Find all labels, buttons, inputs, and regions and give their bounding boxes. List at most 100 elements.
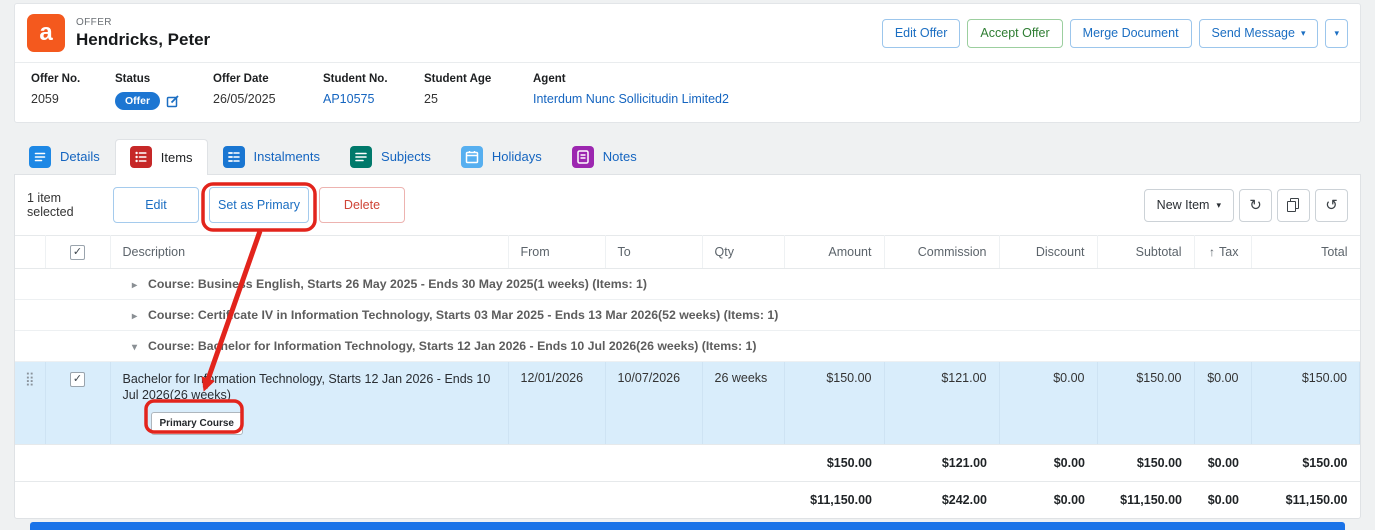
items-tab-icon xyxy=(130,146,152,168)
column-header-commission[interactable]: Commission xyxy=(884,236,999,269)
group-total-discount: $0.00 xyxy=(999,445,1097,482)
column-header-total[interactable]: Total xyxy=(1251,236,1360,269)
column-header-tax[interactable]: ↑Tax xyxy=(1194,236,1251,269)
refresh-button[interactable]: ↻ xyxy=(1239,189,1272,222)
tab-items[interactable]: Items xyxy=(115,139,208,175)
field-student-no: Student No. AP10575 xyxy=(323,73,424,110)
copy-icon xyxy=(1287,198,1300,213)
offer-date-value: 26/05/2025 xyxy=(213,92,323,106)
grand-total-commission: $242.00 xyxy=(884,482,999,519)
tab-holidays-label: Holidays xyxy=(492,149,542,164)
item-total: $150.00 xyxy=(1251,362,1360,445)
item-subtotal: $150.00 xyxy=(1097,362,1194,445)
toolbar-right-group: New Item▾ ↻ ↺ xyxy=(1144,189,1348,222)
select-all-checkbox[interactable]: ✓ xyxy=(70,245,85,260)
group-total-commission: $121.00 xyxy=(884,445,999,482)
tab-subjects[interactable]: Subjects xyxy=(335,138,446,174)
group-total-total: $150.00 xyxy=(1251,445,1360,482)
tab-notes[interactable]: Notes xyxy=(557,138,652,174)
row-checkbox[interactable]: ✓ xyxy=(70,372,85,387)
notes-tab-icon xyxy=(572,146,594,168)
tab-subjects-label: Subjects xyxy=(381,149,431,164)
instalments-tab-icon xyxy=(223,146,245,168)
agent-link[interactable]: Interdum Nunc Sollicitudin Limited2 xyxy=(533,92,729,106)
header-row: a OFFER Hendricks, Peter Edit Offer Acce… xyxy=(15,4,1360,62)
item-tax: $0.00 xyxy=(1194,362,1251,445)
tab-items-label: Items xyxy=(161,150,193,165)
column-header-handle xyxy=(15,236,45,269)
field-status: Status Offer xyxy=(115,73,213,110)
primary-course-badge: Primary Course xyxy=(151,412,243,435)
history-button[interactable]: ↺ xyxy=(1315,189,1348,222)
new-item-button[interactable]: New Item▾ xyxy=(1144,189,1234,222)
column-header-from[interactable]: From xyxy=(508,236,605,269)
send-message-button[interactable]: Send Message▾ xyxy=(1199,19,1319,48)
grand-total-subtotal: $11,150.00 xyxy=(1097,482,1194,519)
subjects-tab-icon xyxy=(350,146,372,168)
field-student-age: Student Age 25 xyxy=(424,73,533,110)
copy-button[interactable] xyxy=(1277,189,1310,222)
offer-date-label: Offer Date xyxy=(213,73,323,85)
student-age-value: 25 xyxy=(424,92,533,106)
column-header-subtotal[interactable]: Subtotal xyxy=(1097,236,1194,269)
items-toolbar: 1 item selected Edit Set as Primary Dele… xyxy=(15,175,1360,235)
tab-details[interactable]: Details xyxy=(14,138,115,174)
field-offer-no: Offer No. 2059 xyxy=(31,73,115,110)
item-commission: $121.00 xyxy=(884,362,999,445)
expand-group-icon[interactable]: ▸ xyxy=(132,280,137,291)
check-icon: ✓ xyxy=(73,246,82,258)
accept-offer-button[interactable]: Accept Offer xyxy=(967,19,1062,48)
history-icon: ↺ xyxy=(1325,196,1338,214)
student-no-label: Student No. xyxy=(323,73,424,85)
app-logo-glyph: a xyxy=(39,19,52,47)
set-as-primary-button[interactable]: Set as Primary xyxy=(209,187,309,223)
item-from: 12/01/2026 xyxy=(508,362,605,445)
student-no-link[interactable]: AP10575 xyxy=(323,92,374,106)
page-title: Hendricks, Peter xyxy=(76,30,210,50)
tab-holidays[interactable]: Holidays xyxy=(446,138,557,174)
header-title-group: a OFFER Hendricks, Peter xyxy=(27,14,210,52)
items-table: ✓ Description From To Qty Amount Commiss… xyxy=(15,235,1360,518)
expand-group-icon[interactable]: ▸ xyxy=(132,311,137,322)
chevron-down-icon: ▾ xyxy=(1216,200,1221,211)
column-header-discount[interactable]: Discount xyxy=(999,236,1097,269)
merge-document-button[interactable]: Merge Document xyxy=(1070,19,1192,48)
column-header-description[interactable]: Description xyxy=(110,236,508,269)
app-logo: a xyxy=(27,14,65,52)
column-header-amount[interactable]: Amount xyxy=(784,236,884,269)
column-header-to[interactable]: To xyxy=(605,236,702,269)
column-header-select: ✓ xyxy=(45,236,110,269)
refresh-icon: ↻ xyxy=(1249,196,1262,214)
offer-no-value: 2059 xyxy=(31,92,115,106)
grand-total-discount: $0.00 xyxy=(999,482,1097,519)
check-icon: ✓ xyxy=(73,373,82,385)
edit-status-icon[interactable] xyxy=(166,94,180,108)
header-titles: OFFER Hendricks, Peter xyxy=(76,17,210,50)
item-description: Bachelor for Information Technology, Sta… xyxy=(123,371,496,403)
status-badge: Offer xyxy=(115,92,160,110)
group-row-text: Course: Business English, Starts 26 May … xyxy=(148,277,647,291)
edit-offer-button[interactable]: Edit Offer xyxy=(882,19,961,48)
chevron-down-icon: ▾ xyxy=(1301,28,1306,39)
edit-item-button[interactable]: Edit xyxy=(113,187,199,223)
tab-notes-label: Notes xyxy=(603,149,637,164)
field-agent: Agent Interdum Nunc Sollicitudin Limited… xyxy=(533,73,729,110)
grand-total-tax: $0.00 xyxy=(1194,482,1251,519)
sort-ascending-icon: ↑ xyxy=(1209,245,1215,259)
items-panel: 1 item selected Edit Set as Primary Dele… xyxy=(14,174,1361,519)
drag-handle-icon[interactable]: ⣿ xyxy=(25,371,35,386)
item-amount: $150.00 xyxy=(784,362,884,445)
delete-item-button[interactable]: Delete xyxy=(319,187,405,223)
offer-summary-bar: Offer No. 2059 Status Offer Offer Date 2… xyxy=(15,62,1360,122)
field-offer-date: Offer Date 26/05/2025 xyxy=(213,73,323,110)
item-row-selected[interactable]: ⣿ ✓ Bachelor for Information Technology,… xyxy=(15,362,1360,445)
tab-details-label: Details xyxy=(60,149,100,164)
grand-total-amount: $11,150.00 xyxy=(784,482,884,519)
tab-instalments-label: Instalments xyxy=(254,149,320,164)
offer-no-label: Offer No. xyxy=(31,73,115,85)
item-qty: 26 weeks xyxy=(702,362,784,445)
tab-instalments[interactable]: Instalments xyxy=(208,138,335,174)
column-header-qty[interactable]: Qty xyxy=(702,236,784,269)
collapse-group-icon[interactable]: ▾ xyxy=(132,342,137,353)
more-actions-button[interactable]: ▾ xyxy=(1325,19,1348,48)
